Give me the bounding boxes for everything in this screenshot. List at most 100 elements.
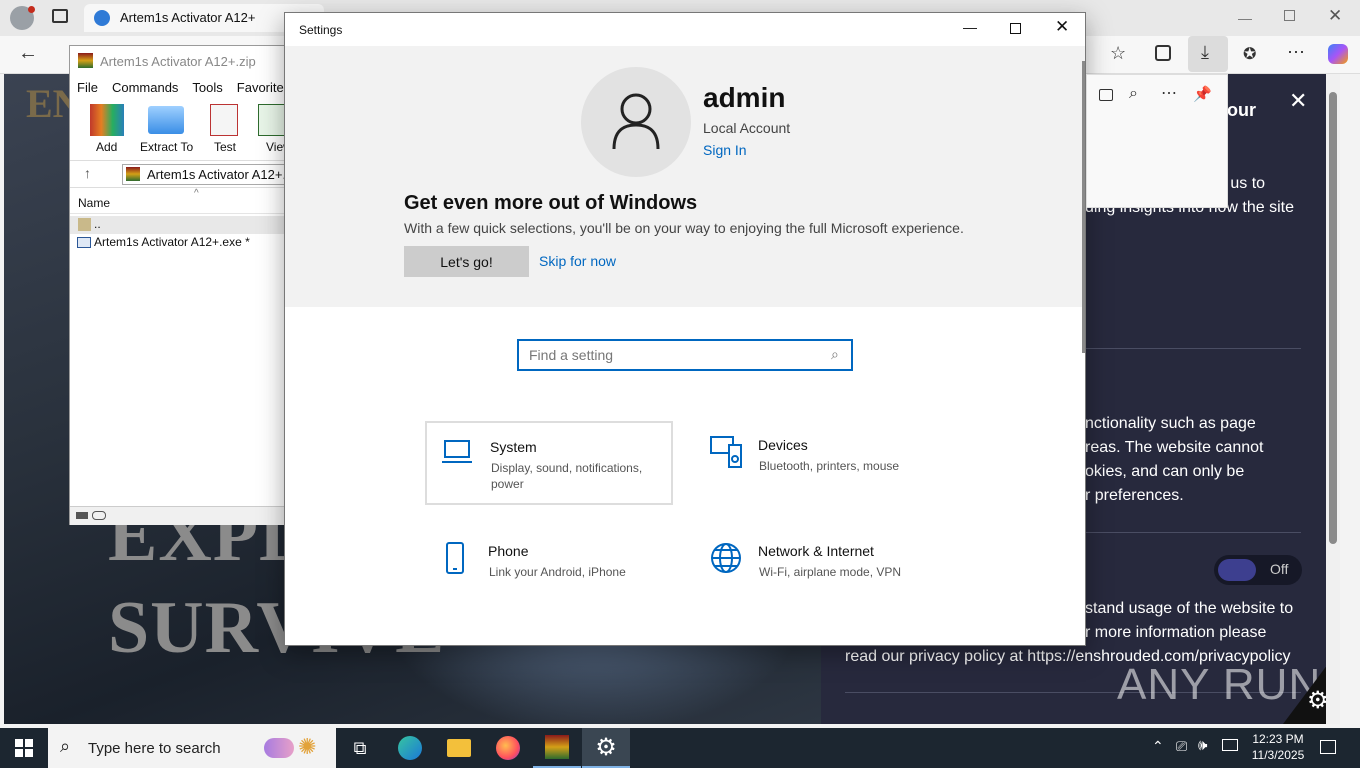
consent-text-3a: stand usage of the website to — [1085, 600, 1294, 617]
devices-icon — [710, 436, 742, 468]
menu-file[interactable]: File — [77, 80, 98, 95]
add-button-label[interactable]: Add — [96, 140, 117, 154]
search-downloads-icon[interactable]: ⌕ — [1129, 85, 1138, 103]
downloads-flyout: ⌕ ⋯ 📌 — [1086, 74, 1228, 208]
clock-time: 12:23 PM — [1252, 732, 1304, 746]
test-icon[interactable] — [210, 104, 238, 136]
clock-date: 11/3/2025 — [1251, 748, 1305, 762]
exe-file-icon — [77, 237, 91, 248]
sign-in-link[interactable]: Sign In — [703, 142, 747, 158]
settings-taskbar-button[interactable]: ⚙ — [582, 728, 630, 768]
close-button[interactable]: ✕ — [1328, 6, 1342, 26]
column-header[interactable]: Name ^ — [70, 188, 302, 214]
winrar-statusbar — [70, 506, 302, 525]
archive-icon — [126, 167, 140, 181]
search-input[interactable]: Find a setting ⌕ — [517, 339, 853, 371]
settings-close-button[interactable]: ✕ — [1055, 17, 1069, 37]
list-item[interactable]: .. — [70, 216, 302, 234]
more-icon[interactable]: ⋯ — [1287, 42, 1305, 63]
gear-icon: ⚙ — [595, 733, 617, 761]
edge-taskbar-button[interactable] — [386, 728, 434, 768]
user-name: admin — [703, 82, 786, 113]
meet-now-icon[interactable]: ⎚ — [1176, 738, 1187, 755]
winrar-app-icon — [78, 53, 93, 68]
winrar-menubar: File Commands Tools Favorites — [70, 76, 302, 98]
toggle-label: Off — [1270, 561, 1289, 577]
settings-scrollbar[interactable] — [1082, 61, 1085, 353]
cookie-settings-icon[interactable]: ⚙ — [1307, 686, 1326, 715]
view-button-label[interactable]: View — [266, 140, 284, 154]
menu-commands[interactable]: Commands — [112, 80, 178, 95]
downloads-button[interactable]: ⤓ — [1188, 36, 1228, 72]
category-network[interactable]: Network & Internet Wi-Fi, airplane mode,… — [695, 527, 943, 611]
taskbar: ⌕ Type here to search ✺ ⧉ ⚙ ⌃ ⎚ 🕪 12:23 … — [0, 728, 1360, 768]
scrollbar-thumb[interactable] — [1329, 92, 1337, 544]
category-subtitle: Wi-Fi, airplane mode, VPN — [759, 565, 902, 579]
close-consent-icon[interactable]: ✕ — [1289, 88, 1307, 114]
winrar-taskbar-button[interactable] — [533, 728, 581, 768]
consent-text-2c: okies, and can only be — [1085, 463, 1245, 480]
show-hidden-icons[interactable]: ⌃ — [1152, 738, 1164, 755]
winrar-pathbar: ↑ Artem1s Activator A12+.zi — [70, 160, 302, 188]
back-arrow-icon[interactable]: ← — [18, 42, 38, 65]
more-options-icon[interactable]: ⋯ — [1161, 83, 1177, 103]
category-system[interactable]: System Display, sound, notifications, po… — [425, 421, 673, 505]
pin-icon[interactable]: 📌 — [1193, 85, 1212, 103]
folder-icon — [447, 739, 471, 757]
start-button[interactable] — [0, 728, 48, 768]
key-icon — [92, 511, 106, 520]
category-title: System — [490, 439, 537, 455]
category-devices[interactable]: Devices Bluetooth, printers, mouse — [695, 421, 943, 505]
add-icon[interactable] — [90, 104, 124, 136]
up-arrow-icon[interactable]: ↑ — [84, 165, 91, 181]
promo-description: With a few quick selections, you'll be o… — [404, 220, 964, 236]
settings-window: Settings — ✕ admin Local Account Sign In… — [284, 12, 1086, 646]
file-name: Artem1s Activator A12+.exe * — [94, 235, 250, 249]
clock[interactable]: 12:23 PM 11/3/2025 — [1250, 731, 1306, 763]
winrar-window: Artem1s Activator A12+.zip File Commands… — [69, 45, 302, 525]
performance-icon[interactable]: ✪ — [1243, 44, 1256, 64]
laptop-icon — [442, 440, 472, 463]
task-view-button[interactable]: ⧉ — [336, 728, 384, 768]
settings-title: Settings — [299, 23, 343, 37]
tab-actions-icon[interactable] — [52, 9, 68, 23]
taskbar-search[interactable]: ⌕ Type here to search ✺ — [48, 728, 336, 768]
settings-minimize-button[interactable]: — — [963, 19, 977, 35]
page-scrollbar[interactable] — [1326, 74, 1340, 724]
winrar-toolbar: Add Extract To Test View — [70, 100, 302, 156]
skip-for-now-link[interactable]: Skip for now — [539, 253, 616, 269]
edge-tab-icon — [94, 10, 110, 26]
menu-favorites[interactable]: Favorites — [237, 80, 290, 95]
collections-icon[interactable] — [1155, 45, 1171, 61]
restore-button[interactable] — [1284, 10, 1295, 21]
globe-icon — [711, 543, 741, 573]
volume-icon[interactable]: 🕪 — [1198, 737, 1207, 754]
copilot-icon[interactable] — [1328, 44, 1348, 64]
extract-to-icon[interactable] — [148, 106, 184, 134]
favorites-icon[interactable]: ☆ — [1110, 43, 1126, 64]
category-title: Phone — [488, 543, 529, 559]
search-icon: ⌕ — [831, 346, 839, 362]
edge-icon — [398, 736, 422, 760]
lets-go-button[interactable]: Let's go! — [404, 246, 529, 277]
analytics-toggle[interactable]: Off — [1214, 555, 1302, 585]
path-field[interactable]: Artem1s Activator A12+.zi — [122, 164, 302, 185]
view-icon[interactable] — [258, 104, 286, 136]
open-folder-icon[interactable] — [1099, 89, 1113, 101]
category-phone[interactable]: Phone Link your Android, iPhone — [425, 527, 673, 611]
explorer-taskbar-button[interactable] — [435, 728, 483, 768]
network-icon[interactable] — [1222, 739, 1238, 751]
settings-maximize-button[interactable] — [1010, 23, 1021, 34]
minimize-button[interactable]: — — [1238, 10, 1252, 26]
promo-title: Get even more out of Windows — [404, 192, 698, 214]
list-item[interactable]: Artem1s Activator A12+.exe * — [70, 234, 302, 252]
menu-tools[interactable]: Tools — [192, 80, 222, 95]
notification-center-icon[interactable] — [1320, 740, 1336, 754]
firefox-taskbar-button[interactable] — [484, 728, 532, 768]
search-icon: ⌕ — [60, 736, 71, 756]
winrar-title: Artem1s Activator A12+.zip — [100, 54, 256, 69]
category-subtitle: Display, sound, notifications, power — [491, 461, 643, 491]
extract-to-button-label[interactable]: Extract To — [140, 140, 193, 154]
highlight-flower-icon: ✺ — [298, 734, 317, 759]
test-button-label[interactable]: Test — [214, 140, 236, 154]
